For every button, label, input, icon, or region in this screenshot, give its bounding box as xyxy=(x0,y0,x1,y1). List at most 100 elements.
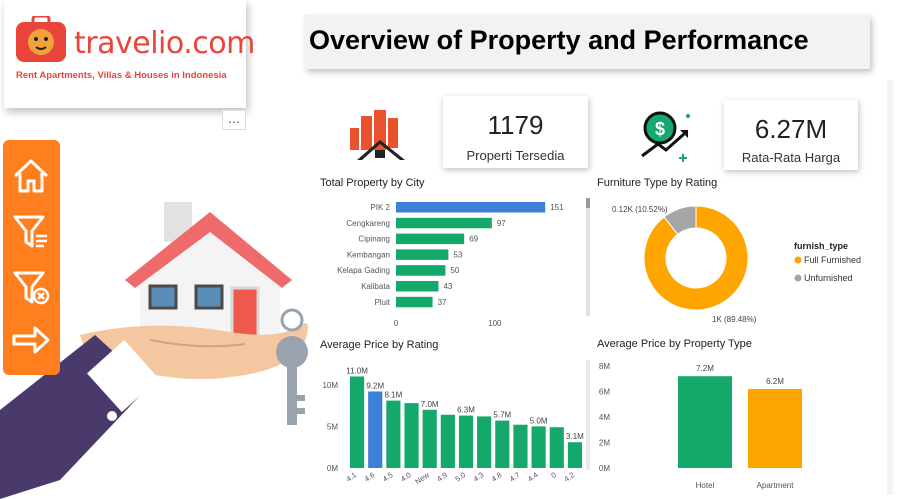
kpi-properties-label: Properti Tersedia xyxy=(466,148,565,163)
rating-y-tick: 10M xyxy=(322,381,338,390)
page-scrollbar[interactable] xyxy=(887,80,893,495)
type-data-label: 7.2M xyxy=(696,364,714,373)
type-y-tick: 4M xyxy=(599,413,610,422)
type-x-label: Apartment xyxy=(757,481,795,490)
kpi-price-label: Rata-Rata Harga xyxy=(741,150,841,165)
city-scroll-thumb xyxy=(586,198,590,208)
rating-x-label: 4.6 xyxy=(363,470,377,483)
rating-data-label: 11.0M xyxy=(346,366,368,375)
rating-scrollbar xyxy=(586,360,590,470)
type-y-tick: 8M xyxy=(599,362,610,371)
rating-x-label: 4.3 xyxy=(472,470,486,483)
kpi-price-value: 6.27M xyxy=(754,114,828,144)
rating-data-label: 9.2M xyxy=(366,381,384,390)
rating-bar xyxy=(368,391,383,468)
sidebar xyxy=(3,140,60,375)
city-value-label: 53 xyxy=(453,250,462,259)
rating-bar-chart: 0M 5M 10M 11.0M 4.1 9.2M 4.6 8.1M 4.5 4.0 7.0M New 4… xyxy=(322,360,590,486)
rating-y-tick: 0M xyxy=(327,464,338,473)
legend-label: Unfurnished xyxy=(804,273,853,283)
rating-x-label: 4.2 xyxy=(562,470,576,483)
kpi-properties-card: 1179 Properti Tersedia xyxy=(443,96,588,168)
city-value-label: 50 xyxy=(450,266,459,275)
rating-x-label: 4.5 xyxy=(381,470,395,483)
rating-data-label: 5.0M xyxy=(530,416,548,425)
rating-bar xyxy=(386,400,401,468)
rating-y-tick: 5M xyxy=(327,422,338,431)
rating-bar xyxy=(531,426,546,468)
city-chart-title: Total Property by City xyxy=(320,177,425,189)
rating-x-label: 4.1 xyxy=(345,470,359,483)
type-bar-chart: 0M 2M 4M 6M 8M 7.2M Hotel 6.2M Apartment xyxy=(599,362,802,490)
city-value-label: 97 xyxy=(497,219,506,228)
rating-data-label: 5.7M xyxy=(493,411,511,420)
city-bar-chart: PIK 2 151 Cengkareng 97 Cipinang 69 Kembangan 5… xyxy=(337,198,590,328)
kpi-properties-value: 1179 xyxy=(487,110,544,140)
city-bar xyxy=(396,202,546,213)
rating-data-label: 3.1M xyxy=(566,432,584,441)
city-bar xyxy=(396,233,465,245)
money-growth-icon: $ xyxy=(641,111,690,162)
rating-x-label: 4.0 xyxy=(399,470,413,483)
donut-legend-title: furnish_type xyxy=(794,241,848,251)
rating-chart-title: Average Price by Rating xyxy=(320,339,439,351)
rating-x-label: New xyxy=(413,470,431,486)
donut-slice-label: 0.12K (10.52%) xyxy=(612,205,668,214)
type-data-label: 6.2M xyxy=(766,377,784,386)
rating-x-label: 4.7 xyxy=(508,470,522,483)
rating-bar xyxy=(404,403,419,468)
donut-slice-label: 1K (89.48%) xyxy=(712,315,757,324)
suitcase-logo-icon xyxy=(16,16,66,62)
type-x-label: Hotel xyxy=(696,481,715,490)
city-label: Cipinang xyxy=(358,235,390,244)
filter-icon[interactable] xyxy=(11,212,51,252)
type-y-tick: 6M xyxy=(599,388,610,397)
home-icon[interactable] xyxy=(11,156,51,196)
rating-bar xyxy=(440,414,455,468)
page-title: Overview of Property and Performance xyxy=(309,25,809,55)
rating-bar xyxy=(513,424,528,468)
rating-bar xyxy=(495,420,510,468)
rating-bar xyxy=(567,442,583,468)
logo-card: travelio.com Rent Apartments, Villas & H… xyxy=(4,0,255,108)
donut-slice xyxy=(643,205,749,311)
city-scrollbar xyxy=(586,198,590,316)
city-label: PIK 2 xyxy=(370,203,390,212)
clear-filter-icon[interactable] xyxy=(11,268,51,308)
rating-data-label: 7.0M xyxy=(421,400,439,409)
city-bar xyxy=(396,265,446,276)
more-options-button[interactable]: ... xyxy=(222,110,246,130)
legend-label: Full Furnished xyxy=(804,255,861,265)
brand-name: travelio.com xyxy=(74,26,255,61)
type-y-tick: 0M xyxy=(599,464,610,473)
city-label: Kelapa Gading xyxy=(337,266,390,275)
city-bar xyxy=(396,249,449,260)
rating-bar xyxy=(549,427,564,468)
city-value-label: 37 xyxy=(438,298,447,307)
rating-x-label: 0 xyxy=(549,470,558,480)
city-label: Kalibata xyxy=(361,282,390,291)
city-label: Kembangan xyxy=(347,250,390,259)
city-label: Pluit xyxy=(374,298,390,307)
legend-marker xyxy=(794,256,802,264)
kpi-price-card: 6.27M Rata-Rata Harga xyxy=(724,100,858,170)
city-value-label: 69 xyxy=(469,235,478,244)
city-value-label: 151 xyxy=(550,203,564,212)
city-value-label: 43 xyxy=(443,282,452,291)
furniture-chart-title: Furniture Type by Rating xyxy=(597,177,718,189)
type-bar xyxy=(678,376,732,468)
type-chart-title: Average Price by Property Type xyxy=(597,338,752,350)
rating-data-label: 6.3M xyxy=(457,406,475,415)
rating-bar xyxy=(477,416,492,468)
city-x-tick: 0 xyxy=(394,319,399,328)
rating-x-label: 4.4 xyxy=(526,470,540,483)
rating-x-label: 4.8 xyxy=(490,470,504,483)
rating-data-label: 8.1M xyxy=(384,391,402,400)
type-bar xyxy=(748,388,802,468)
rating-bar xyxy=(349,376,365,468)
rating-x-label: 4.9 xyxy=(435,470,449,483)
city-bar xyxy=(396,281,439,292)
brand-tagline: Rent Apartments, Villas & Houses in Indo… xyxy=(16,70,227,81)
arrow-right-icon[interactable] xyxy=(11,320,51,360)
svg-text:$: $ xyxy=(655,119,665,139)
